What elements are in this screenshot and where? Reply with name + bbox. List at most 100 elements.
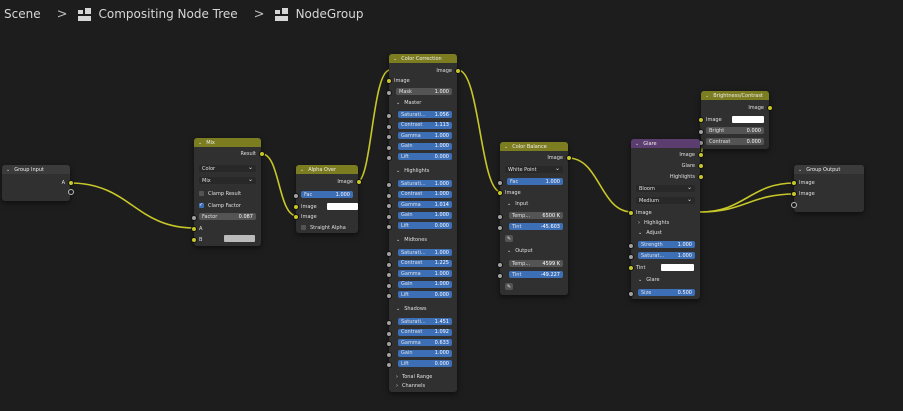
blend-mode-dropdown[interactable]: Mix: [199, 177, 256, 184]
highlights-panel[interactable]: › Highlights: [631, 218, 700, 227]
input-socket[interactable]: [386, 293, 392, 300]
input-socket[interactable]: [628, 265, 634, 271]
output-socket[interactable]: [259, 151, 265, 157]
input-socket[interactable]: [386, 144, 392, 151]
bright-field[interactable]: Bright 0.000: [706, 127, 764, 134]
node-header[interactable]: ⌄ Color Correction: [389, 54, 457, 63]
input-socket[interactable]: [386, 213, 392, 220]
cc-midtones-field[interactable]: Lift 0.000: [398, 291, 452, 299]
contrast-field[interactable]: Contrast 0.000: [706, 138, 764, 145]
eyedropper-icon[interactable]: ✎: [505, 283, 513, 290]
input-socket[interactable]: [497, 262, 503, 268]
collapse-icon[interactable]: ⌄: [300, 167, 304, 173]
node-glare[interactable]: ⌄ Glare Image Glare Highlights Bloom Med…: [628, 139, 704, 299]
collapse-icon[interactable]: ⌄: [504, 144, 508, 150]
clamp-factor-checkbox[interactable]: Clamp Factor: [194, 201, 261, 210]
color-swatch[interactable]: [327, 203, 358, 210]
cc-shadows-field[interactable]: Gain 1.000: [398, 349, 452, 357]
input-socket[interactable]: [386, 182, 392, 188]
input-socket[interactable]: [293, 214, 299, 220]
cc-master-field[interactable]: Gain 1.000: [398, 142, 452, 150]
node-color-correction[interactable]: ⌄ Color Correction Image Image Mask 1.000…: [386, 54, 461, 392]
collapse-icon[interactable]: ⌄: [635, 141, 639, 147]
output-socket[interactable]: [68, 180, 74, 186]
collapse-icon[interactable]: ⌄: [798, 167, 802, 173]
cc-highlights-field[interactable]: Gamma 1.014: [398, 201, 452, 209]
input-socket[interactable]: [386, 272, 392, 279]
strength-field[interactable]: Strength 1.000: [638, 241, 695, 248]
output-socket-empty[interactable]: [68, 189, 74, 195]
cc-master-field[interactable]: Lift 0.000: [398, 153, 452, 161]
input-socket-empty[interactable]: [791, 202, 797, 208]
node-group-input[interactable]: ⌄ Group Input A: [2, 165, 74, 201]
cc-shadows-field[interactable]: Lift 0.000: [398, 360, 452, 368]
input-socket[interactable]: [386, 351, 392, 358]
input-socket[interactable]: [386, 261, 392, 268]
output-socket[interactable]: [698, 174, 704, 180]
input-socket[interactable]: [386, 341, 392, 348]
input-socket[interactable]: [386, 320, 392, 326]
output-socket[interactable]: [356, 179, 362, 185]
input-socket[interactable]: [386, 192, 392, 199]
collapse-icon[interactable]: ⌄: [6, 167, 10, 173]
node-header[interactable]: ⌄ Mix: [194, 138, 261, 147]
cc-midtones-field[interactable]: Gamma 1.000: [398, 270, 452, 278]
section-midtones[interactable]: ⌄ Midtones: [389, 235, 457, 244]
input-socket[interactable]: [698, 129, 704, 135]
clamp-result-checkbox[interactable]: Clamp Result: [194, 189, 261, 198]
output-socket[interactable]: [698, 163, 704, 169]
input-socket[interactable]: [791, 191, 797, 197]
input-socket[interactable]: [191, 226, 197, 232]
collapse-icon[interactable]: ⌄: [705, 93, 709, 99]
input-socket[interactable]: [386, 113, 392, 119]
section-master[interactable]: ⌄ Master: [389, 98, 457, 107]
input-socket[interactable]: [386, 155, 392, 162]
input-socket[interactable]: [191, 237, 197, 243]
input-socket[interactable]: [497, 273, 503, 279]
input-socket[interactable]: [386, 123, 392, 130]
input-socket[interactable]: [386, 251, 392, 257]
cc-highlights-field[interactable]: Lift 0.000: [398, 222, 452, 230]
cc-highlights-field[interactable]: Contrast 1.000: [398, 190, 452, 198]
cc-highlights-field[interactable]: Gain 1.000: [398, 211, 452, 219]
input-socket[interactable]: [628, 243, 634, 249]
input-socket[interactable]: [386, 362, 392, 369]
cc-master-field[interactable]: Contrast 1.113: [398, 121, 452, 129]
cc-master-field[interactable]: Gamma 1.000: [398, 132, 452, 140]
input-socket[interactable]: [628, 254, 634, 260]
input-socket[interactable]: [497, 214, 503, 220]
node-header[interactable]: ⌄ Group Input: [2, 165, 70, 174]
node-brightness-contrast[interactable]: ⌄ Brightness/Contrast Image Image Bright…: [698, 91, 773, 149]
input-socket[interactable]: [293, 193, 299, 199]
output-tint-field[interactable]: Tint -49.227: [509, 271, 563, 278]
cc-master-field[interactable]: Saturati... 1.056: [398, 111, 452, 118]
node-color-balance[interactable]: ⌄ Color Balance Image White Point Fac1.0…: [497, 142, 572, 295]
collapse-icon[interactable]: ⌄: [198, 140, 202, 146]
input-socket[interactable]: [386, 90, 392, 96]
output-socket[interactable]: [767, 105, 773, 111]
node-group-output[interactable]: ⌄ Group Output Image Image: [791, 165, 864, 212]
input-socket[interactable]: [628, 291, 634, 297]
input-socket[interactable]: [791, 180, 797, 186]
cc-highlights-field[interactable]: Saturati... 1.000: [398, 180, 452, 187]
saturation-field[interactable]: Saturat... 1.000: [638, 252, 695, 259]
node-header[interactable]: ⌄ Brightness/Contrast: [701, 91, 769, 100]
input-socket[interactable]: [497, 225, 503, 231]
cc-midtones-field[interactable]: Saturati... 1.000: [398, 249, 452, 256]
cc-shadows-field[interactable]: Gamma 0.633: [398, 339, 452, 347]
input-socket[interactable]: [698, 117, 704, 123]
color-type-dropdown[interactable]: Color: [199, 165, 256, 172]
input-temperature-field[interactable]: Temp... 6500 K: [509, 212, 563, 219]
output-socket[interactable]: [698, 152, 704, 158]
node-header[interactable]: ⌄ Group Output: [794, 165, 864, 174]
input-tint-field[interactable]: Tint -45.603: [509, 223, 563, 230]
output-socket[interactable]: [455, 68, 461, 74]
collapse-icon[interactable]: ⌄: [393, 56, 397, 62]
input-socket[interactable]: [386, 224, 392, 231]
cc-shadows-field[interactable]: Saturati... 1.451: [398, 318, 452, 325]
node-header[interactable]: ⌄ Alpha Over: [296, 165, 358, 174]
channels-panel[interactable]: › Channels: [389, 381, 457, 390]
output-panel[interactable]: ⌄ Output: [500, 246, 568, 255]
glare-type-dropdown[interactable]: Bloom: [636, 185, 695, 192]
input-socket[interactable]: [386, 203, 392, 210]
